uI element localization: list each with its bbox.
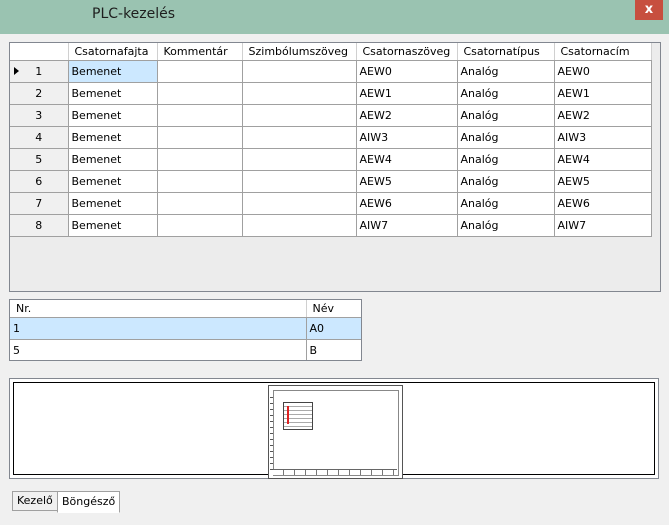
- table-cell[interactable]: [242, 82, 357, 105]
- table-cell[interactable]: [157, 214, 243, 237]
- table-row[interactable]: 6 Bemenet AEW5 Analóg AEW5: [10, 170, 652, 193]
- table-cell[interactable]: AEW0: [356, 60, 458, 83]
- preview-panel: [9, 378, 659, 479]
- table-cell[interactable]: AEW2: [554, 104, 652, 127]
- table-cell[interactable]: AEW0: [554, 60, 652, 83]
- table-cell[interactable]: Bemenet: [68, 170, 158, 193]
- table-cell[interactable]: [157, 170, 243, 193]
- table-cell[interactable]: Analóg: [457, 148, 555, 171]
- table-cell[interactable]: AIW3: [554, 126, 652, 149]
- table-cell[interactable]: Bemenet: [68, 148, 158, 171]
- table-cell[interactable]: [157, 192, 243, 215]
- table-cell[interactable]: Analóg: [457, 104, 555, 127]
- table-cell[interactable]: [242, 192, 357, 215]
- close-button[interactable]: x: [635, 0, 663, 20]
- table-cell[interactable]: [242, 126, 357, 149]
- table-cell[interactable]: AEW4: [554, 148, 652, 171]
- table-row[interactable]: 7 Bemenet AEW6 Analóg AEW6: [10, 192, 652, 215]
- table-row[interactable]: 2 Bemenet AEW1 Analóg AEW1: [10, 82, 652, 105]
- table-cell[interactable]: [242, 214, 357, 237]
- close-icon: x: [644, 2, 654, 17]
- table-cell[interactable]: 5: [10, 339, 307, 360]
- row-header[interactable]: 2: [10, 82, 69, 105]
- table-cell[interactable]: Analóg: [457, 192, 555, 215]
- table-cell[interactable]: [242, 170, 357, 193]
- table-cell[interactable]: AEW5: [356, 170, 458, 193]
- table-cell[interactable]: Bemenet: [68, 214, 158, 237]
- plc-list-grid[interactable]: Nr. Név 1 A0 5 B: [9, 299, 362, 361]
- current-row-pointer-icon: [14, 67, 19, 75]
- tab-kezelo[interactable]: Kezelő: [12, 491, 58, 511]
- table-cell[interactable]: Analóg: [457, 126, 555, 149]
- column-header[interactable]: Csatornacím: [554, 43, 652, 61]
- table-cell[interactable]: AEW6: [554, 192, 652, 215]
- table-row[interactable]: 5 B: [10, 339, 361, 360]
- table-cell[interactable]: Bemenet: [68, 192, 158, 215]
- table-cell[interactable]: [157, 82, 243, 105]
- table-row[interactable]: 1 A0: [10, 317, 361, 340]
- table-cell[interactable]: AEW4: [356, 148, 458, 171]
- page-thumbnail[interactable]: [268, 385, 403, 479]
- thumbnail-marker: [287, 406, 289, 424]
- table-cell[interactable]: Bemenet: [68, 104, 158, 127]
- table-cell[interactable]: AIW7: [554, 214, 652, 237]
- table-cell[interactable]: AIW7: [356, 214, 458, 237]
- column-header[interactable]: Csatornaszöveg: [356, 43, 458, 61]
- table-cell[interactable]: [242, 60, 357, 83]
- table-cell[interactable]: Bemenet: [68, 126, 158, 149]
- table-cell[interactable]: Analóg: [457, 82, 555, 105]
- plc-list-header: Nr. Név: [10, 300, 361, 318]
- status-bar: [0, 519, 669, 525]
- table-cell[interactable]: AEW5: [554, 170, 652, 193]
- table-cell[interactable]: [157, 60, 243, 83]
- preview-frame: [13, 382, 655, 479]
- table-cell[interactable]: A0: [306, 317, 361, 340]
- table-cell[interactable]: [157, 148, 243, 171]
- table-cell[interactable]: AEW1: [356, 82, 458, 105]
- table-cell[interactable]: [157, 104, 243, 127]
- plc-list-table: Nr. Név 1 A0 5 B: [10, 300, 361, 360]
- column-header[interactable]: Kommentár: [157, 43, 243, 61]
- channel-table: Csatornafajta Kommentár Szimbólumszöveg …: [10, 43, 652, 237]
- row-header[interactable]: 1: [10, 60, 69, 83]
- column-header[interactable]: Csatornafajta: [68, 43, 158, 61]
- table-cell[interactable]: Bemenet: [68, 60, 158, 83]
- window-title: PLC-kezelés: [92, 6, 176, 22]
- table-row[interactable]: 5 Bemenet AEW4 Analóg AEW4: [10, 148, 652, 171]
- row-header[interactable]: 7: [10, 192, 69, 215]
- column-header[interactable]: Csatornatípus: [457, 43, 555, 61]
- column-header-nr[interactable]: Nr.: [10, 300, 307, 318]
- row-header[interactable]: 4: [10, 126, 69, 149]
- table-cell[interactable]: AEW2: [356, 104, 458, 127]
- table-cell[interactable]: AEW6: [356, 192, 458, 215]
- table-cell[interactable]: Analóg: [457, 60, 555, 83]
- table-cell[interactable]: [157, 126, 243, 149]
- table-cell[interactable]: [242, 104, 357, 127]
- table-row[interactable]: 1 Bemenet AEW0 Analóg AEW0: [10, 60, 652, 83]
- title-bar: PLC-kezelés x: [0, 0, 669, 34]
- table-row[interactable]: 3 Bemenet AEW2 Analóg AEW2: [10, 104, 652, 127]
- table-cell[interactable]: Analóg: [457, 214, 555, 237]
- table-cell[interactable]: [242, 148, 357, 171]
- table-cell[interactable]: AIW3: [356, 126, 458, 149]
- row-header-corner: [10, 43, 69, 61]
- table-row[interactable]: 4 Bemenet AIW3 Analóg AIW3: [10, 126, 652, 149]
- tab-bongeszo[interactable]: Böngésző: [57, 491, 121, 513]
- table-cell[interactable]: B: [306, 339, 361, 360]
- table-row[interactable]: 8 Bemenet AIW7 Analóg AIW7: [10, 214, 652, 237]
- channel-table-header: Csatornafajta Kommentár Szimbólumszöveg …: [10, 43, 652, 61]
- row-header[interactable]: 5: [10, 148, 69, 171]
- table-cell[interactable]: AEW1: [554, 82, 652, 105]
- table-cell[interactable]: Bemenet: [68, 82, 158, 105]
- row-header[interactable]: 3: [10, 104, 69, 127]
- table-cell[interactable]: 1: [10, 317, 307, 340]
- column-header[interactable]: Szimbólumszöveg: [242, 43, 357, 61]
- column-header-name[interactable]: Név: [306, 300, 361, 318]
- table-cell[interactable]: Analóg: [457, 170, 555, 193]
- row-header[interactable]: 6: [10, 170, 69, 193]
- channel-grid[interactable]: Csatornafajta Kommentár Szimbólumszöveg …: [9, 42, 661, 292]
- thumbnail-title-block: [273, 469, 397, 475]
- row-header[interactable]: 8: [10, 214, 69, 237]
